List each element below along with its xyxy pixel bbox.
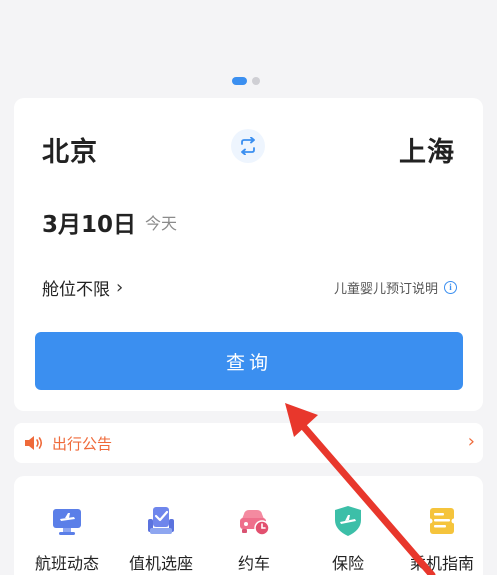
child-infant-booking-link[interactable]: 儿童婴儿预订说明 i bbox=[334, 278, 457, 297]
swap-icon bbox=[241, 137, 255, 155]
monitor-plane-icon bbox=[53, 509, 81, 535]
shield-plane-icon bbox=[335, 506, 361, 536]
ticket-guide-icon bbox=[427, 508, 457, 534]
departure-city[interactable]: 北京 bbox=[42, 130, 98, 169]
service-label: 约车 bbox=[237, 554, 270, 573]
date-relative-label: 今天 bbox=[145, 214, 178, 233]
service-car-booking[interactable]: 约车 bbox=[207, 476, 301, 574]
service-label: 乘机指南 bbox=[409, 554, 474, 573]
service-insurance[interactable]: 保险 bbox=[301, 476, 395, 574]
cabin-class-label: 舱位不限 bbox=[42, 280, 110, 300]
travel-notice-bar[interactable]: 出行公告 › bbox=[14, 423, 483, 463]
service-label: 保险 bbox=[331, 554, 364, 573]
service-grid: 航班动态 值机选座 约车 保险 乘机指南 bbox=[14, 476, 483, 575]
child-infant-booking-label: 儿童婴儿预订说明 bbox=[333, 282, 438, 297]
query-button[interactable]: 查询 bbox=[35, 332, 463, 390]
speaker-icon bbox=[25, 436, 43, 450]
carousel-indicator bbox=[232, 77, 260, 85]
cabin-class-selector[interactable]: 舱位不限 › bbox=[42, 275, 123, 300]
seat-check-icon bbox=[148, 507, 174, 534]
chevron-right-icon: › bbox=[116, 277, 124, 298]
service-label: 航班动态 bbox=[34, 554, 99, 573]
service-checkin-seat[interactable]: 值机选座 bbox=[114, 476, 208, 574]
swap-cities-button[interactable] bbox=[231, 129, 265, 163]
departure-date[interactable]: 3月10日 bbox=[42, 205, 136, 239]
travel-notice-label: 出行公告 bbox=[52, 435, 113, 453]
service-flight-status[interactable]: 航班动态 bbox=[20, 476, 114, 574]
carousel-dot[interactable] bbox=[252, 77, 260, 85]
car-clock-icon bbox=[240, 510, 270, 536]
carousel-dot-active[interactable] bbox=[232, 77, 247, 85]
chevron-right-icon: › bbox=[467, 431, 475, 452]
info-icon: i bbox=[444, 281, 457, 294]
arrival-city[interactable]: 上海 bbox=[399, 130, 455, 169]
service-label: 值机选座 bbox=[128, 554, 193, 573]
service-boarding-guide[interactable]: 乘机指南 bbox=[395, 476, 489, 574]
